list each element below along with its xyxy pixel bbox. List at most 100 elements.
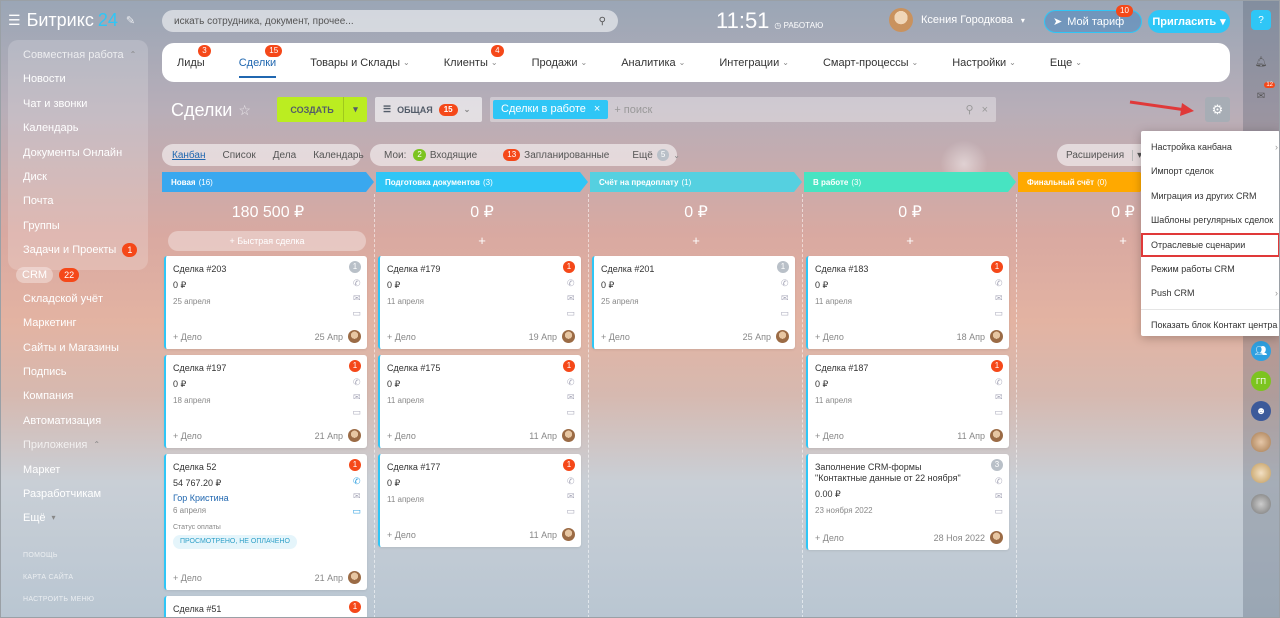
deal-card[interactable]: Заполнение CRM-формы "Контактные данные … <box>806 454 1009 550</box>
deal-title[interactable]: Сделка #203 <box>173 264 333 275</box>
chat-icon[interactable]: ▭ <box>566 506 575 517</box>
menu-item-marketing[interactable]: Маркетинг <box>23 311 153 335</box>
chat-icon[interactable]: ▭ <box>566 407 575 418</box>
deal-title[interactable]: Сделка 52 <box>173 462 333 473</box>
menu-item-industry-scenarios[interactable]: Отраслевые сценарии <box>1141 232 1280 257</box>
add-activity-link[interactable]: + Дело <box>387 332 416 342</box>
menu-item-kanban-settings[interactable]: Настройка канбана › <box>1141 135 1280 159</box>
deal-title[interactable]: Сделка #187 <box>815 363 975 374</box>
menu-icon[interactable]: ☰ <box>8 12 21 29</box>
menu-item-recurring[interactable]: Шаблоны регулярных сделок <box>1141 208 1280 232</box>
mail-icon[interactable]: ✉ <box>567 392 575 403</box>
quick-deal-button[interactable]: + Быстрая сделка <box>168 231 366 251</box>
menu-item-sites[interactable]: Сайты и Магазины <box>23 336 153 360</box>
phone-icon[interactable]: ✆ <box>995 278 1003 289</box>
invite-button[interactable]: Пригласить ▾ <box>1148 10 1230 33</box>
tab-products[interactable]: Товары и Склады ⌄ <box>310 57 410 69</box>
deal-card[interactable]: Сделка #187 0 ₽ 11 апреля 1 ✆ ✉ ▭ + Дело 11… <box>806 355 1009 448</box>
deal-title[interactable]: Сделка #183 <box>815 264 975 275</box>
deal-card[interactable]: Сделка #179 0 ₽ 11 апреля 1 ✆ ✉ ▭ + Дело 19… <box>378 256 581 349</box>
avatar[interactable]: ГП <box>1251 371 1271 391</box>
avatar[interactable] <box>990 429 1003 442</box>
add-activity-link[interactable]: + Дело <box>173 573 202 583</box>
avatar[interactable] <box>562 528 575 541</box>
more-link[interactable]: Ещё <box>632 150 652 161</box>
incoming-link[interactable]: Входящие <box>430 150 477 161</box>
phone-icon[interactable]: ✆ <box>353 476 361 487</box>
phone-icon[interactable]: ✆ <box>995 377 1003 388</box>
view-activities[interactable]: Дела <box>273 150 296 161</box>
deal-card[interactable]: Сделка #177 0 ₽ 11 апреля 1 ✆ ✉ ▭ + Дело 11… <box>378 454 581 547</box>
avatar[interactable] <box>348 429 361 442</box>
menu-item-news[interactable]: Новости <box>23 67 153 91</box>
user-menu[interactable]: Ксения Городкова ▾ <box>889 8 1025 32</box>
menu-item-mail[interactable]: Почта <box>23 189 153 213</box>
menu-item-crm[interactable]: CRM 22 <box>16 263 153 287</box>
add-deal-button[interactable]: + <box>590 232 802 250</box>
phone-icon[interactable]: ✆ <box>567 377 575 388</box>
search-input[interactable]: искать сотрудника, документ, прочее... ⚲ <box>162 10 618 32</box>
avatar[interactable] <box>1251 463 1271 483</box>
avatar[interactable] <box>562 429 575 442</box>
tab-settings[interactable]: Настройки ⌄ <box>952 57 1016 69</box>
avatar[interactable] <box>1251 432 1271 452</box>
add-deal-button[interactable]: + <box>804 232 1016 250</box>
deal-card[interactable]: Сделка #203 0 ₽ 25 апреля 1 ✆ ✉ ▭ + Дело 25… <box>164 256 367 349</box>
column-header-inwork[interactable]: В работе (3) <box>804 172 1016 192</box>
edit-icon[interactable]: ✎ <box>126 14 135 27</box>
team-icon[interactable]: ☻ <box>1251 401 1271 421</box>
deal-title[interactable]: Сделка #197 <box>173 363 333 374</box>
chat-icon[interactable]: ▭ <box>352 407 361 418</box>
tab-deals[interactable]: Сделки 15 <box>238 44 283 78</box>
planned-link[interactable]: Запланированные <box>524 150 609 161</box>
menu-item-more[interactable]: Ещё ▾ <box>23 506 153 530</box>
deal-title[interactable]: Сделка #177 <box>387 462 547 473</box>
mail-icon[interactable]: ✉ <box>567 293 575 304</box>
chevron-down-icon[interactable]: ▾ <box>343 97 367 122</box>
add-activity-link[interactable]: + Дело <box>815 332 844 342</box>
deal-card[interactable]: Сделка #51 1 <box>164 596 367 618</box>
deal-card[interactable]: Сделка #183 0 ₽ 11 апреля 1 ✆ ✉ ▭ + Дело 18… <box>806 256 1009 349</box>
menu-item-migration[interactable]: Миграция из других CRM <box>1141 184 1280 208</box>
menu-item-company[interactable]: Компания <box>23 384 153 408</box>
phone-icon[interactable]: ✆ <box>567 476 575 487</box>
deal-title[interactable]: Сделка #179 <box>387 264 547 275</box>
view-calendar[interactable]: Календарь <box>313 150 363 161</box>
phone-icon[interactable]: ✆ <box>353 278 361 289</box>
menu-item-sign[interactable]: Подпись <box>23 360 153 384</box>
chat-icon[interactable]: ✉ 12 <box>1251 82 1275 106</box>
phone-icon[interactable]: ✆ <box>353 377 361 388</box>
chat-icon[interactable]: ▭ <box>566 308 575 319</box>
deal-card[interactable]: Сделка #201 0 ₽ 25 апреля 1 ✆ ✉ ▭ + Дело 25… <box>592 256 795 349</box>
add-activity-link[interactable]: + Дело <box>387 530 416 540</box>
menu-item-groups[interactable]: Группы <box>23 214 153 238</box>
menu-item-tasks[interactable]: Задачи и Проекты 1 <box>23 238 153 262</box>
chat-icon[interactable]: ▭ <box>994 407 1003 418</box>
phone-icon[interactable]: ✆ <box>781 278 789 289</box>
tab-sales[interactable]: Продажи ⌄ <box>532 57 588 69</box>
chat-icon[interactable]: ▭ <box>994 308 1003 319</box>
menu-item-market[interactable]: Маркет <box>23 458 153 482</box>
search-icon[interactable]: ⚲ <box>599 16 606 27</box>
menu-item-warehouse[interactable]: Складской учёт <box>23 287 153 311</box>
add-deal-button[interactable]: + <box>376 232 588 250</box>
add-activity-link[interactable]: + Дело <box>173 431 202 441</box>
menu-help[interactable]: ПОМОЩЬ <box>23 545 153 567</box>
menu-item-crm-mode[interactable]: Режим работы CRM <box>1141 257 1280 281</box>
menu-item-disk[interactable]: Диск <box>23 165 153 189</box>
view-list[interactable]: Список <box>223 150 256 161</box>
tab-integrations[interactable]: Интеграции ⌄ <box>719 57 789 69</box>
tab-smart-processes[interactable]: Смарт-процессы ⌄ <box>823 57 918 69</box>
tab-more[interactable]: Еще ⌄ <box>1050 57 1082 69</box>
chat-icon[interactable]: ▭ <box>780 308 789 319</box>
deal-title[interactable]: Сделка #201 <box>601 264 761 275</box>
chat-icon[interactable]: ▭ <box>352 308 361 319</box>
avatar[interactable] <box>1251 494 1271 514</box>
tab-analytics[interactable]: Аналитика ⌄ <box>621 57 685 69</box>
help-icon[interactable]: ? <box>1251 10 1271 30</box>
menu-sitemap[interactable]: КАРТА САЙТА <box>23 567 153 589</box>
menu-item-dev[interactable]: Разработчикам <box>23 482 153 506</box>
create-button[interactable]: СОЗДАТЬ ▾ <box>277 97 367 122</box>
view-kanban[interactable]: Канбан <box>172 150 206 161</box>
gear-icon[interactable]: ⚙ <box>1205 97 1230 122</box>
